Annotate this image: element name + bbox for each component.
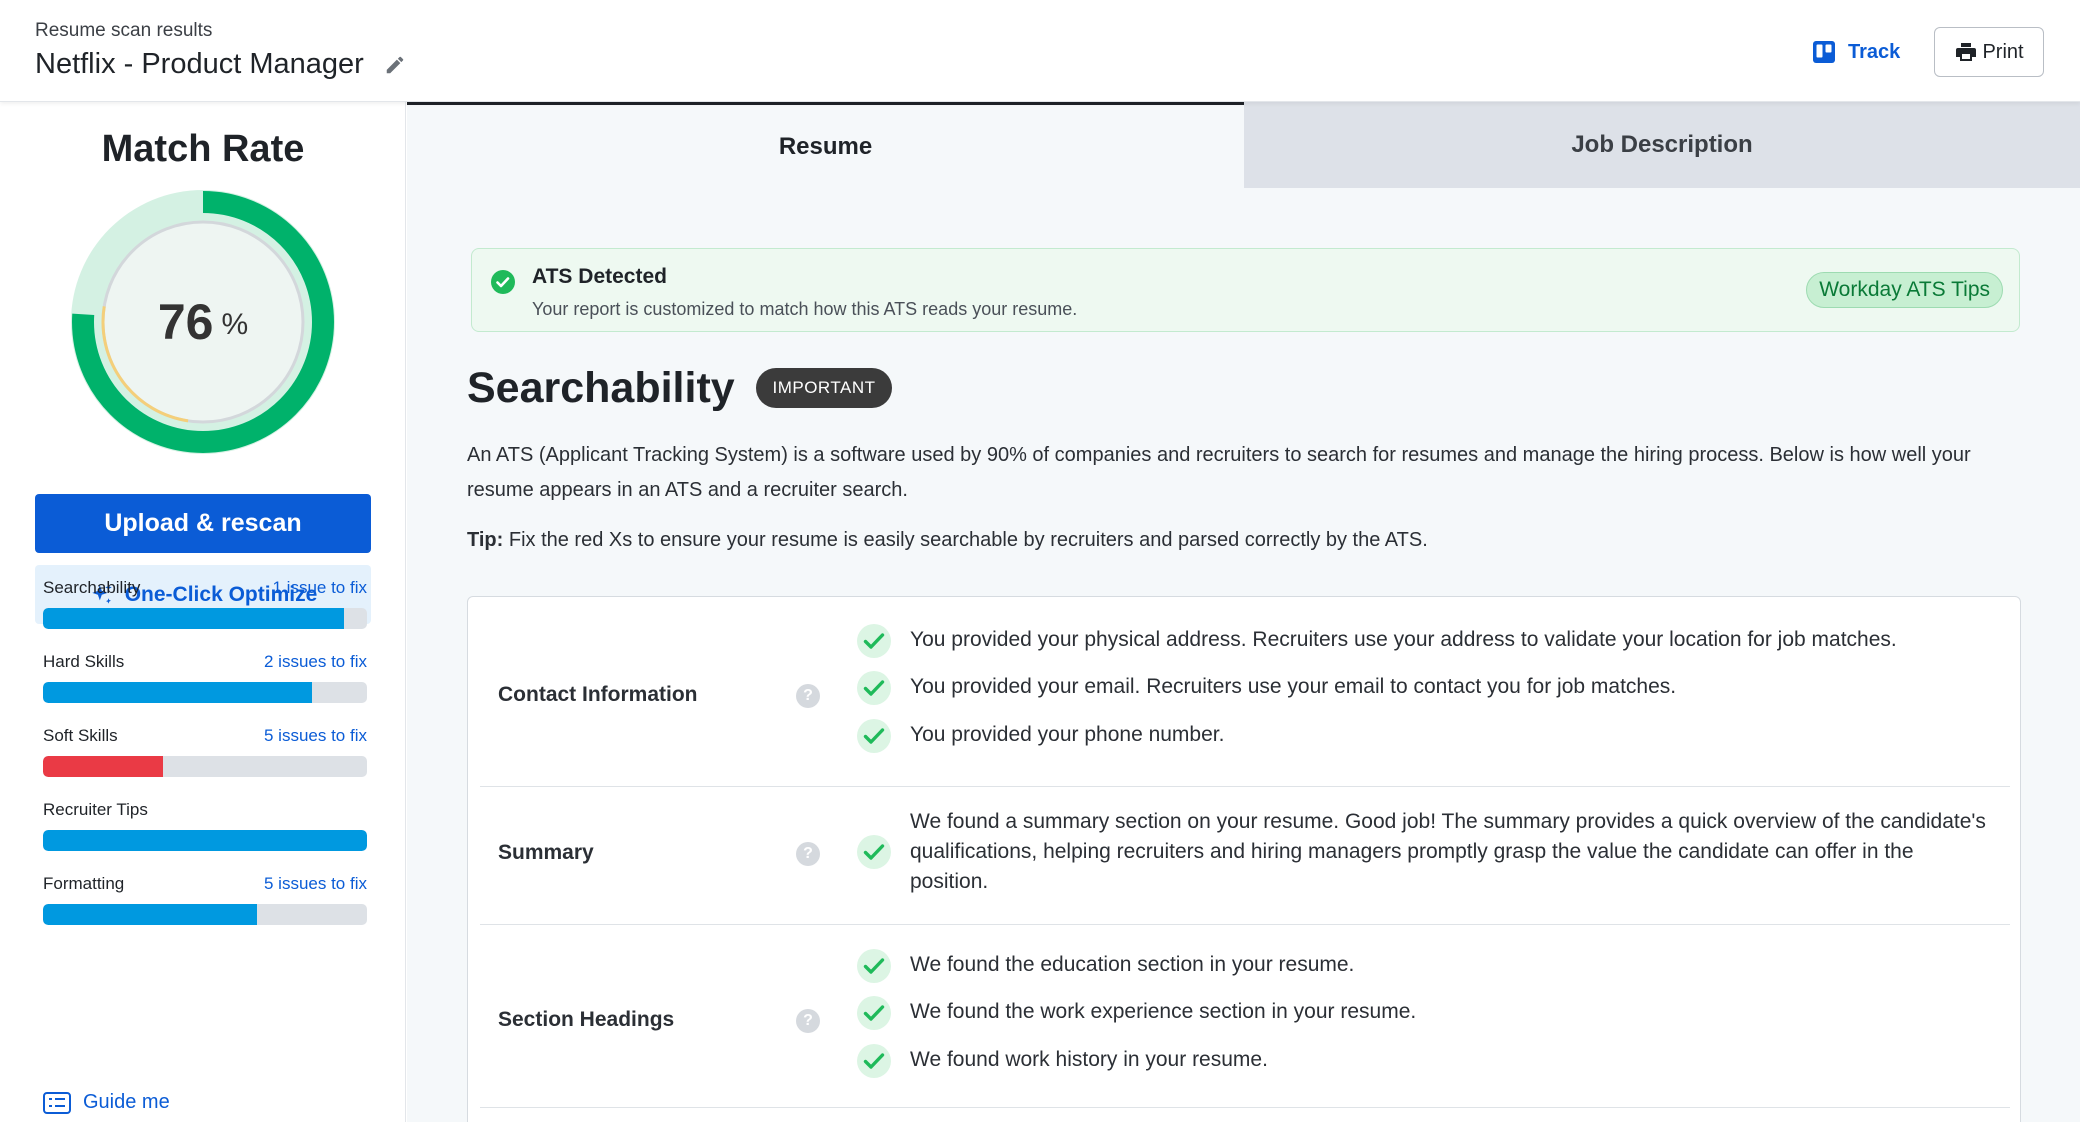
page-subtitle: Resume scan results xyxy=(35,20,213,41)
progress-bar-fill xyxy=(43,756,163,777)
check-item: We found a summary section on your resum… xyxy=(856,810,1990,897)
green-check-icon xyxy=(857,1044,891,1078)
tip-text: Fix the red Xs to ensure your resume is … xyxy=(503,529,1428,551)
main-panel: Resume Job Description ATS Detected Your… xyxy=(407,102,2080,1122)
check-item: We found work history in your resume. xyxy=(856,1043,1990,1079)
check-text: You provided your physical address. Recr… xyxy=(910,628,1897,651)
progress-bar xyxy=(43,756,367,777)
match-rate-title: Match Rate xyxy=(101,128,305,170)
progress-label: Searchability xyxy=(43,578,141,597)
track-button[interactable]: Track xyxy=(1812,36,1900,68)
checklist-icon xyxy=(43,1091,71,1114)
progress-bar-fill xyxy=(43,830,367,851)
check-item: We found the education section in your r… xyxy=(856,948,1990,984)
progress-bar-fill xyxy=(43,904,257,925)
check-section-row: Section Headings? We found the education … xyxy=(480,925,2010,1108)
check-item: You provided your phone number. xyxy=(856,718,1990,754)
green-check-icon xyxy=(857,624,891,658)
issues-to-fix-link[interactable]: 5 issues to fix xyxy=(264,874,367,894)
progress-label: Recruiter Tips xyxy=(43,800,148,819)
match-rate-unit: % xyxy=(221,308,249,341)
progress-bar xyxy=(43,904,367,925)
issues-to-fix-link[interactable]: 2 issues to fix xyxy=(264,652,367,672)
progress-bar-fill xyxy=(43,608,345,629)
ats-detected-banner: ATS Detected Your report is customized t… xyxy=(471,248,2020,332)
check-item: We found the work experience section in … xyxy=(856,995,1990,1031)
green-check-icon xyxy=(857,719,891,753)
tab-bar: Resume Job Description xyxy=(407,102,2080,188)
progress-row: Hard Skills 2 issues to fix xyxy=(43,652,367,672)
sidebar: Match Rate 76 % Upload & rescan One-Clic… xyxy=(0,102,406,1122)
ats-title: ATS Detected xyxy=(532,265,667,288)
checks-card: Contact Information? You provided your ph… xyxy=(467,596,2021,1122)
check-item: You provided your email. Recruiters use … xyxy=(856,670,1990,706)
green-check-icon xyxy=(857,671,891,705)
progress-row: Soft Skills 5 issues to fix xyxy=(43,726,367,746)
check-section-name: Summary xyxy=(498,841,594,864)
check-section-name: Section Headings xyxy=(498,1008,675,1031)
page-title: Netflix - Product Manager xyxy=(35,48,364,80)
check-text: We found work history in your resume. xyxy=(910,1048,1268,1071)
searchability-tip: Tip: Fix the red Xs to ensure your resum… xyxy=(467,529,1428,552)
progress-item[interactable]: Formatting 5 issues to fix xyxy=(43,874,367,925)
check-text: We found the work experience section in … xyxy=(910,1000,1417,1023)
help-icon[interactable]: ? xyxy=(796,1009,820,1033)
progress-row: Recruiter Tips xyxy=(43,800,367,820)
print-label: Print xyxy=(1982,40,2024,63)
progress-item[interactable]: Hard Skills 2 issues to fix xyxy=(43,652,367,703)
help-icon[interactable]: ? xyxy=(796,842,820,866)
section-title: Searchability xyxy=(467,364,735,412)
header: Resume scan results Netflix - Product Ma… xyxy=(0,0,2080,102)
guide-me-link[interactable]: Guide me xyxy=(43,1091,170,1114)
progress-bar xyxy=(43,682,367,703)
issues-to-fix-link[interactable]: 5 issues to fix xyxy=(264,726,367,746)
progress-bar-fill xyxy=(43,682,312,703)
check-text: We found the education section in your r… xyxy=(910,953,1355,976)
check-section-row: Contact Information? You provided your ph… xyxy=(480,597,2010,787)
check-section-name: Contact Information xyxy=(498,683,698,706)
green-check-icon xyxy=(857,835,891,869)
progress-bar xyxy=(43,830,367,851)
progress-label: Formatting xyxy=(43,874,125,893)
tip-prefix: Tip: xyxy=(467,529,504,551)
check-text: You provided your phone number. xyxy=(910,723,1225,746)
printer-icon xyxy=(1956,43,1977,61)
gauge-value: 76 % xyxy=(71,190,335,454)
green-check-icon xyxy=(857,949,891,983)
issues-to-fix-link[interactable]: 1 issue to fix xyxy=(273,578,368,598)
match-rate-value: 76 xyxy=(157,294,214,350)
upload-rescan-button[interactable]: Upload & rescan xyxy=(35,494,371,553)
guide-me-label: Guide me xyxy=(83,1091,170,1113)
progress-bar xyxy=(43,608,367,629)
progress-item[interactable]: Searchability 1 issue to fix xyxy=(43,578,367,629)
check-section-row: Summary? We found a summary section on yo… xyxy=(480,787,2010,925)
progress-item[interactable]: Recruiter Tips xyxy=(43,800,367,851)
ats-tips-button[interactable]: Workday ATS Tips xyxy=(1806,272,2003,308)
progress-row: Formatting 5 issues to fix xyxy=(43,874,367,894)
track-label: Track xyxy=(1848,40,1901,63)
check-circle-icon xyxy=(491,270,515,294)
check-item: You provided your physical address. Recr… xyxy=(856,623,1990,659)
check-text: We found a summary section on your resum… xyxy=(910,810,1986,893)
green-check-icon xyxy=(857,996,891,1030)
print-button[interactable]: Print xyxy=(1934,27,2044,77)
tab-job-description[interactable]: Job Description xyxy=(1244,102,2080,188)
trello-board-icon xyxy=(1813,41,1835,63)
progress-row: Searchability 1 issue to fix xyxy=(43,578,367,598)
important-badge: IMPORTANT xyxy=(756,368,892,408)
ats-description: Your report is customized to match how t… xyxy=(532,299,1078,319)
tab-resume[interactable]: Resume xyxy=(407,102,1244,188)
progress-item[interactable]: Soft Skills 5 issues to fix xyxy=(43,726,367,777)
progress-label: Hard Skills xyxy=(43,652,125,671)
help-icon[interactable]: ? xyxy=(796,684,820,708)
progress-label: Soft Skills xyxy=(43,726,118,745)
searchability-description: An ATS (Applicant Tracking System) is a … xyxy=(467,444,1971,501)
page-title-wrap: Netflix - Product Manager xyxy=(35,48,406,81)
edit-pencil-icon[interactable] xyxy=(384,54,406,76)
check-text: You provided your email. Recruiters use … xyxy=(910,675,1677,698)
